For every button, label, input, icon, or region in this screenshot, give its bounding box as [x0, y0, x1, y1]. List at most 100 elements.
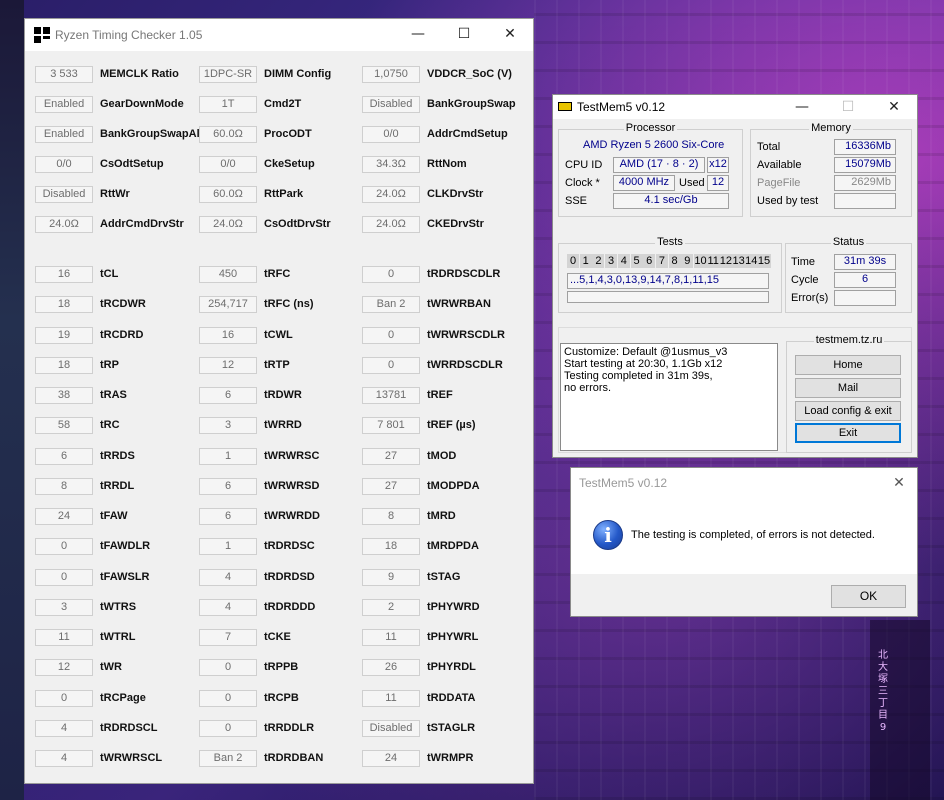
timing-value-field: 24 [362, 750, 420, 767]
timing-value-field: Disabled [362, 96, 420, 113]
dialog-title: TestMem5 v0.12 [579, 476, 668, 490]
timing-label: CkeSetup [264, 158, 315, 170]
test-number-cell: 8 [668, 254, 681, 268]
log-textarea[interactable]: Customize: Default @1usmus_v3 Start test… [560, 343, 778, 451]
usedby-field [834, 193, 896, 209]
timing-label: AddrCmdSetup [427, 128, 508, 140]
tm5-window: TestMem5 v0.12 — ☐ ✕ Processor AMD Ryzen… [552, 94, 918, 458]
timing-label: tWTRL [100, 631, 136, 643]
log-line: Customize: Default @1usmus_v3 [564, 346, 728, 358]
timing-label: tPHYRDL [427, 661, 476, 674]
timing-label: CLKDrvStr [427, 188, 484, 200]
available-label: Available [757, 159, 802, 171]
close-icon[interactable]: ✕ [487, 19, 533, 49]
timing-label: tWRWRSC [264, 449, 320, 462]
timing-label: tRCPage [100, 691, 146, 704]
minimize-icon[interactable]: — [395, 19, 441, 49]
test-number-cell: 11 [706, 254, 720, 268]
timing-value-field: 0/0 [362, 126, 420, 143]
close-icon[interactable]: ✕ [881, 468, 917, 498]
timing-label: tMRDPDA [427, 540, 479, 553]
timing-value-field: Enabled [35, 96, 93, 113]
timing-label: tRCPB [264, 691, 299, 704]
timing-label: tRRDS [100, 449, 135, 462]
timing-label: tRAS [100, 389, 127, 401]
timing-label: tRRDDLR [264, 721, 315, 734]
timing-value-field: Ban 2 [362, 296, 420, 314]
dialog-titlebar[interactable]: TestMem5 v0.12 ✕ [571, 468, 917, 498]
timing-label: tWR [100, 661, 122, 674]
timing-value-field: 24.0Ω [35, 216, 93, 233]
log-line: Start testing at 20:30, 1.1Gb x12 [564, 358, 723, 370]
timing-value-field: 18 [35, 356, 93, 374]
timing-value-field: 0/0 [199, 156, 257, 173]
clock-field: 4000 MHz [613, 175, 675, 191]
time-label: Time [791, 256, 816, 268]
ok-button[interactable]: OK [831, 585, 906, 608]
timing-value-field: 60.0Ω [199, 186, 257, 203]
timing-label: tRDWR [264, 389, 302, 401]
sse-field: 4.1 sec/Gb [613, 193, 729, 209]
timing-label: tRP [100, 358, 119, 371]
timing-label: tCWL [264, 328, 293, 341]
rtc-titlebar[interactable]: Ryzen Timing Checker 1.05 — ☐ ✕ [25, 19, 533, 51]
timing-label: tRDRDSC [264, 540, 315, 553]
timing-label: tRDRDSCL [100, 721, 158, 734]
timing-value-field: 4 [35, 719, 93, 737]
timing-label: RttPark [264, 188, 304, 200]
timing-value-field: 9 [362, 568, 420, 586]
timing-value-field: 60.0Ω [199, 126, 257, 143]
timing-value-field: 3 [199, 417, 257, 435]
timing-value-field: 450 [199, 266, 257, 283]
tm5-titlebar[interactable]: TestMem5 v0.12 — ☐ ✕ [553, 95, 917, 119]
used-field: 12 [707, 175, 729, 191]
timing-label: tCL [100, 268, 119, 280]
maximize-icon[interactable]: ☐ [441, 19, 487, 49]
timing-label: tFAWSLR [100, 570, 150, 583]
timing-value-field: 2 [362, 598, 420, 616]
timing-label: tMRD [427, 510, 456, 522]
site-link[interactable]: testmem.tz.ru [813, 334, 885, 346]
used-label: Used [679, 177, 705, 189]
timing-label: tRDRDDD [264, 600, 316, 613]
timing-value-field: 1DPC-SR [199, 66, 257, 83]
timing-value-field: 1,0750 [362, 66, 420, 83]
timing-label: CKEDrvStr [427, 218, 484, 230]
test-number-cell: 3 [605, 254, 618, 268]
timing-value-field: 8 [35, 477, 93, 495]
timing-label: MEMCLK Ratio [100, 68, 179, 80]
timing-label: tPHYWRD [427, 600, 480, 613]
mail-button[interactable]: Mail [795, 378, 901, 398]
timing-label: tREF [427, 389, 453, 401]
timing-label: ProcODT [264, 128, 312, 140]
timing-label: tRDRDSD [264, 570, 315, 583]
timing-value-field: 18 [35, 296, 93, 314]
timing-value-field: 16 [35, 266, 93, 283]
memory-group-title: Memory [809, 122, 853, 134]
minimize-icon[interactable]: — [779, 95, 825, 119]
timing-value-field: 1 [199, 538, 257, 556]
timing-label: tRCDRD [100, 328, 144, 341]
test-number-cell: 7 [655, 254, 668, 268]
completion-dialog: TestMem5 v0.12 ✕ i The testing is comple… [570, 467, 918, 617]
pagefile-label: PageFile [757, 177, 801, 189]
exit-button[interactable]: Exit [795, 423, 901, 443]
timing-value-field: 24.0Ω [362, 216, 420, 233]
home-button[interactable]: Home [795, 355, 901, 375]
test-number-cell: 4 [617, 254, 630, 268]
timing-label: RttWr [100, 188, 130, 200]
timing-value-field: 1 [199, 447, 257, 465]
maximize-icon: ☐ [841, 99, 855, 115]
time-field: 31m 39s [834, 254, 896, 270]
timing-value-field: Disabled [35, 186, 93, 203]
timing-value-field: 3 [35, 598, 93, 616]
load-config-exit-button[interactable]: Load config & exit [795, 401, 901, 421]
test-number-cell: 10 [694, 254, 707, 268]
test-sequence-field: ...5,1,4,3,0,13,9,14,7,8,1,11,15 [567, 273, 769, 289]
timing-value-field: 34.3Ω [362, 156, 420, 173]
info-icon: i [593, 520, 623, 550]
close-icon[interactable]: ✕ [871, 95, 917, 119]
processor-group-title: Processor [623, 122, 678, 134]
timing-label: tWRWRSCL [100, 752, 163, 764]
timing-label: tWRWRSD [264, 479, 320, 492]
